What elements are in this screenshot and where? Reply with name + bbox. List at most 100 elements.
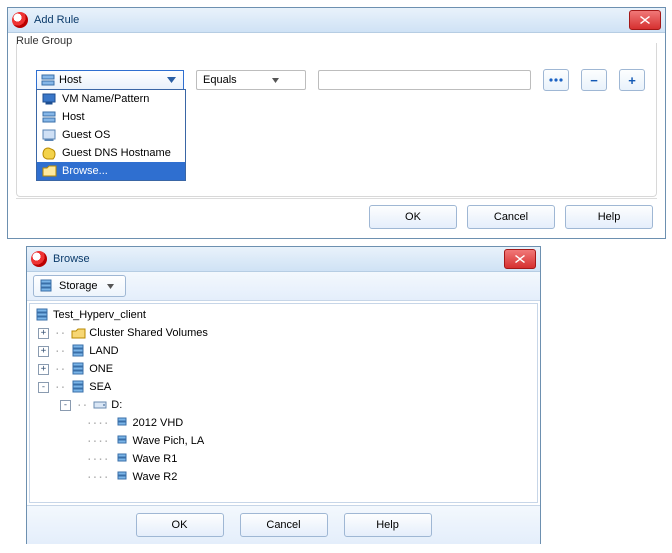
rule-type-option-browse[interactable]: Browse...	[37, 162, 185, 180]
app-icon	[31, 251, 47, 267]
storage-icon	[34, 308, 50, 322]
help-button[interactable]: Help	[344, 513, 432, 537]
tree-line: ····	[84, 417, 111, 430]
browse-toolbar: Storage	[27, 272, 540, 301]
storage-icon	[114, 434, 130, 448]
close-button[interactable]	[504, 249, 536, 269]
storage-tree[interactable]: Test_Hyperv_client + ·· Cluster Shared V…	[29, 303, 538, 503]
tree-line: ··	[52, 381, 67, 394]
storage-icon	[70, 380, 86, 394]
titlebar: Add Rule	[8, 8, 665, 33]
storage-icon	[70, 362, 86, 376]
rule-type-option-host[interactable]: Host	[37, 108, 185, 126]
option-label: Host	[62, 111, 85, 123]
storage-icon	[70, 344, 86, 358]
option-label: Guest OS	[62, 129, 110, 141]
app-icon	[12, 12, 28, 28]
chevron-down-icon	[103, 278, 119, 294]
rule-type-option-vm[interactable]: VM Name/Pattern	[37, 90, 185, 108]
condition-dropdown[interactable]: Equals	[196, 70, 306, 90]
condition-value: Equals	[203, 74, 251, 86]
collapse-icon[interactable]: -	[60, 400, 71, 411]
tree-label: Test_Hyperv_client	[53, 309, 146, 321]
rule-type-option-dns[interactable]: Guest DNS Hostname	[37, 144, 185, 162]
expand-icon[interactable]: +	[38, 346, 49, 357]
tree-leaf[interactable]: ···· Wave R2	[30, 468, 537, 486]
storage-icon	[114, 470, 130, 484]
tree-line: ··	[52, 363, 67, 376]
window-title: Add Rule	[34, 14, 629, 26]
rule-type-dropdown[interactable]: Host	[36, 70, 184, 90]
tree-node-sea[interactable]: - ·· SEA	[30, 378, 537, 396]
tree-label: Cluster Shared Volumes	[89, 327, 208, 339]
ok-button[interactable]: OK	[136, 513, 224, 537]
dialog-buttons: OK Cancel Help	[369, 205, 653, 229]
rule-value-input[interactable]	[318, 70, 531, 90]
browse-value-button[interactable]	[543, 69, 569, 91]
add-rule-dialog: Add Rule Rule Group Host Equals	[7, 7, 666, 239]
host-icon	[41, 73, 55, 87]
option-label: VM Name/Pattern	[62, 93, 149, 105]
rule-type-value: Host	[59, 74, 163, 86]
tree-node-one[interactable]: + ·· ONE	[30, 360, 537, 378]
close-button[interactable]	[629, 10, 661, 30]
storage-icon	[114, 452, 130, 466]
tree-line: ····	[84, 435, 111, 448]
ellipsis-icon	[549, 77, 563, 83]
tree-label: LAND	[89, 345, 118, 357]
dns-icon	[41, 146, 57, 160]
add-rule-button[interactable]: +	[619, 69, 645, 91]
vm-icon	[41, 92, 57, 106]
tree-line: ··	[74, 399, 89, 412]
cancel-button[interactable]: Cancel	[467, 205, 555, 229]
folder-icon	[70, 326, 86, 340]
tree-line: ··	[52, 345, 67, 358]
tree-label: 2012 VHD	[133, 417, 184, 429]
browse-dialog: Browse Storage Test_Hyperv_client + ·· C…	[26, 246, 541, 544]
tree-leaf[interactable]: ···· Wave Pich, LA	[30, 432, 537, 450]
tree-label: Wave R1	[133, 453, 178, 465]
tree-node-land[interactable]: + ·· LAND	[30, 342, 537, 360]
tree-label: Wave R2	[133, 471, 178, 483]
tree-label: ONE	[89, 363, 113, 375]
tree-line: ··	[52, 327, 67, 340]
remove-rule-button[interactable]: −	[581, 69, 607, 91]
tree-leaf[interactable]: ···· Wave R1	[30, 450, 537, 468]
os-icon	[41, 128, 57, 142]
tree-line: ····	[84, 471, 111, 484]
folder-icon	[41, 164, 57, 178]
tree-root[interactable]: Test_Hyperv_client	[30, 306, 537, 324]
rule-type-option-os[interactable]: Guest OS	[37, 126, 185, 144]
tree-label: SEA	[89, 381, 111, 393]
separator	[16, 198, 657, 199]
storage-icon	[114, 416, 130, 430]
tree-node-csv[interactable]: + ·· Cluster Shared Volumes	[30, 324, 537, 342]
rule-type-dropdown-list: VM Name/Pattern Host Guest OS Guest DNS …	[36, 89, 186, 181]
chevron-down-icon	[251, 72, 299, 88]
expand-icon[interactable]: +	[38, 364, 49, 375]
close-icon	[640, 16, 650, 24]
drive-icon	[92, 398, 108, 412]
tree-label: Wave Pich, LA	[133, 435, 205, 447]
rule-row: Host Equals − +	[36, 69, 645, 91]
tree-label: D:	[111, 399, 122, 411]
ok-button[interactable]: OK	[369, 205, 457, 229]
option-label: Browse...	[62, 165, 108, 177]
option-label: Guest DNS Hostname	[62, 147, 171, 159]
tree-node-drive-d[interactable]: - ·· D:	[30, 396, 537, 414]
view-mode-value: Storage	[59, 280, 98, 292]
window-title: Browse	[53, 253, 504, 265]
host-icon	[41, 110, 57, 124]
expand-icon[interactable]: +	[38, 328, 49, 339]
tree-leaf[interactable]: ···· 2012 VHD	[30, 414, 537, 432]
tree-line: ····	[84, 453, 111, 466]
collapse-icon[interactable]: -	[38, 382, 49, 393]
help-button[interactable]: Help	[565, 205, 653, 229]
storage-icon	[38, 279, 54, 293]
close-icon	[515, 255, 525, 263]
chevron-down-icon	[163, 72, 179, 88]
dialog-buttons: OK Cancel Help	[27, 505, 540, 544]
cancel-button[interactable]: Cancel	[240, 513, 328, 537]
titlebar: Browse	[27, 247, 540, 272]
view-mode-dropdown[interactable]: Storage	[33, 275, 126, 297]
